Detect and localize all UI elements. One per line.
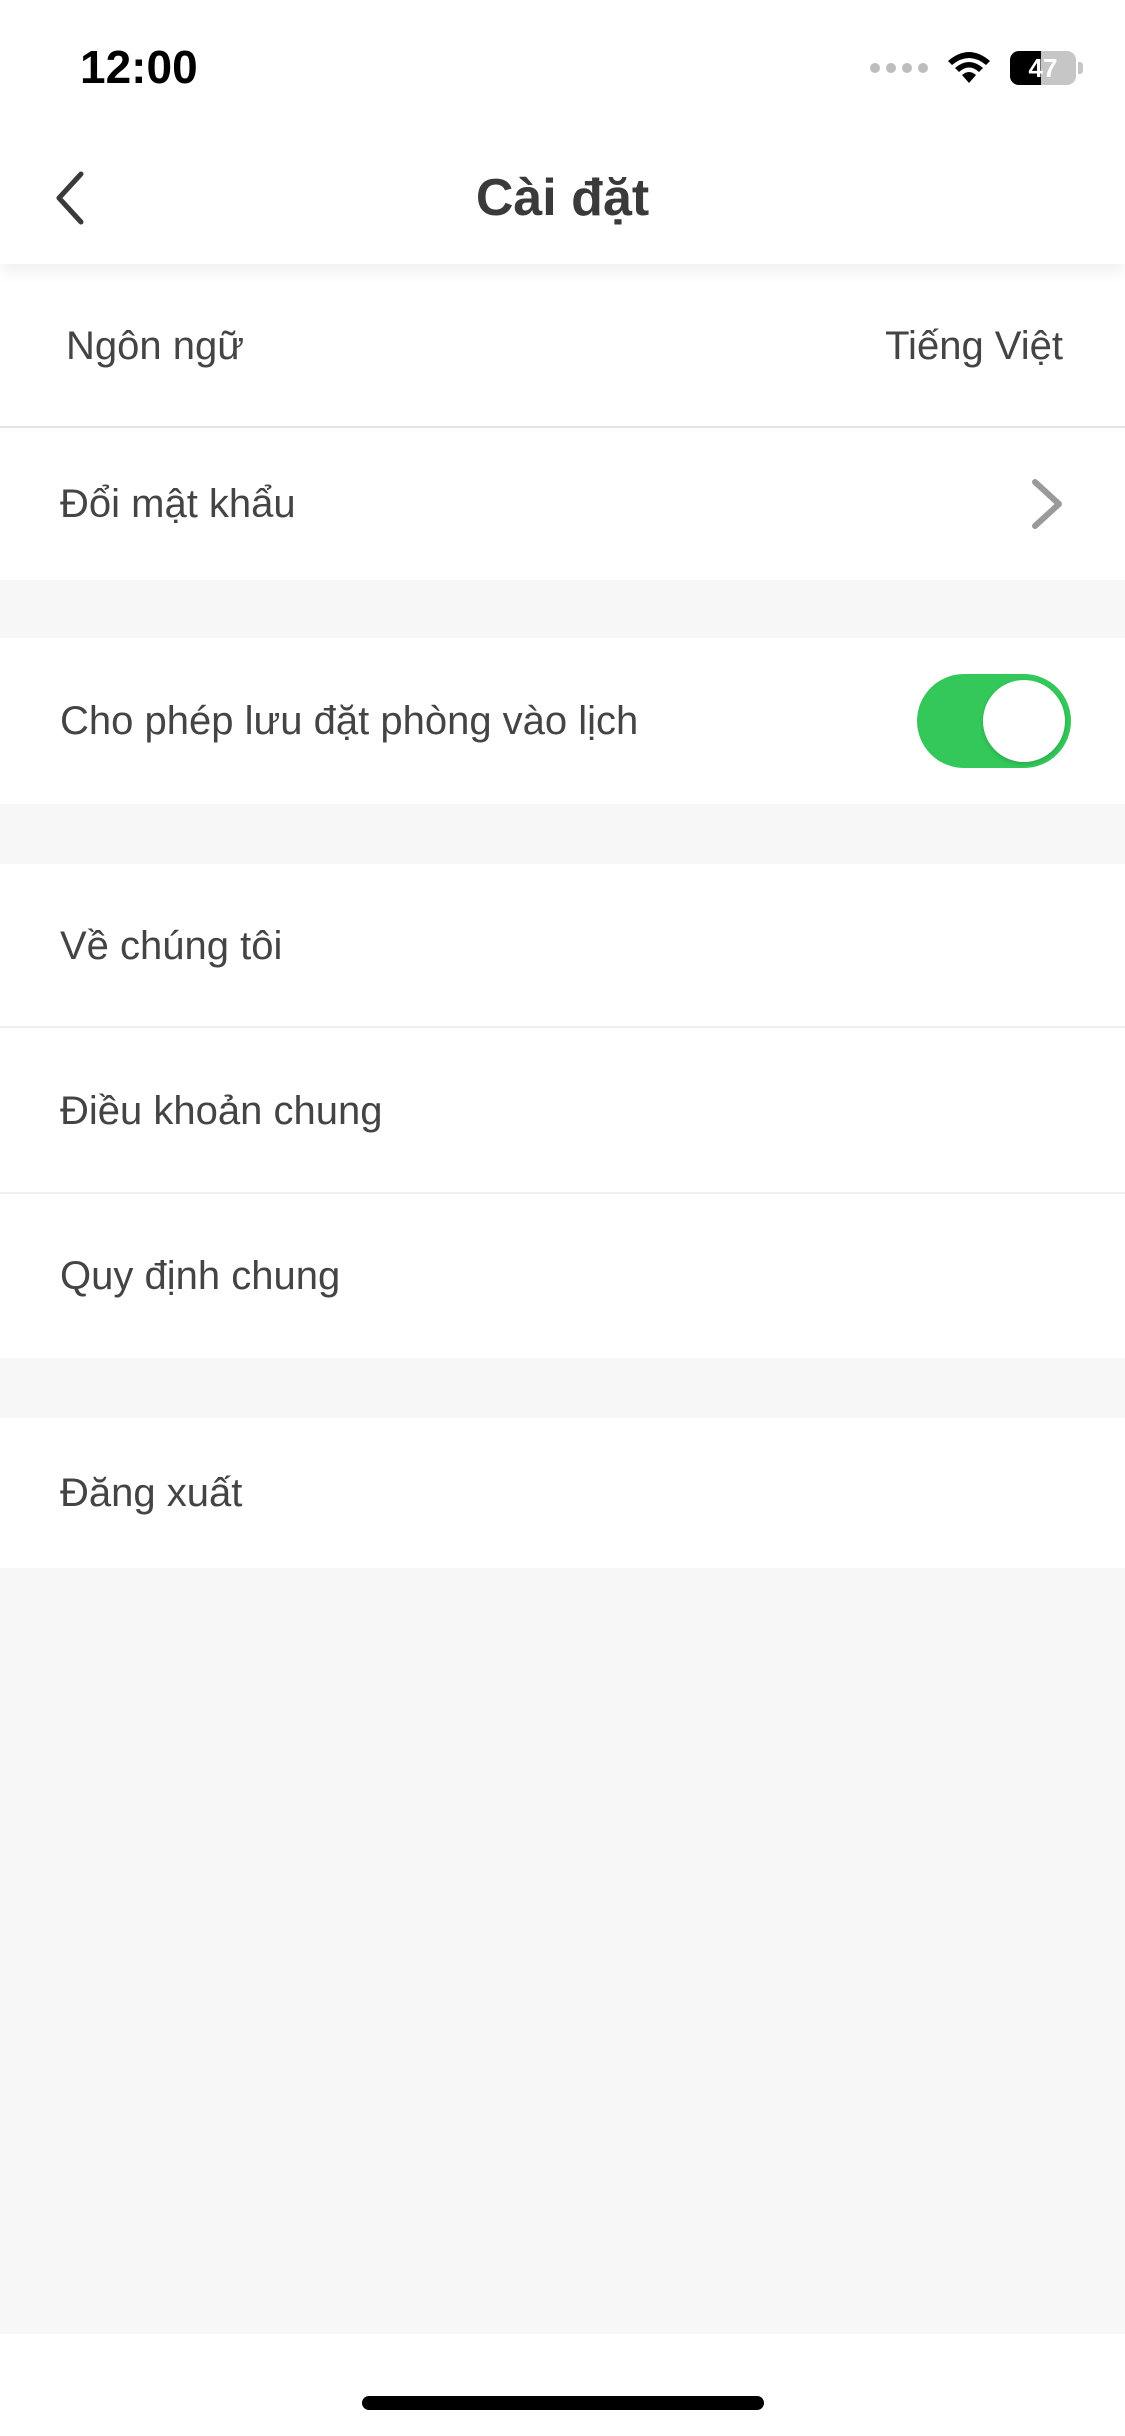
signal-dots-icon: [870, 63, 928, 73]
terms-row[interactable]: Điều khoản chung: [0, 1028, 1125, 1194]
chevron-right-icon: [1032, 479, 1062, 529]
regulations-row[interactable]: Quy định chung: [0, 1194, 1125, 1358]
about-us-label: Về chúng tôi: [60, 923, 283, 968]
home-indicator[interactable]: [362, 2396, 764, 2410]
language-value: Tiếng Việt: [885, 323, 1063, 368]
battery-icon: 47: [1010, 51, 1076, 85]
bottom-bar: [0, 2334, 1125, 2436]
language-row[interactable]: Ngôn ngữ Tiếng Việt: [0, 264, 1125, 428]
battery-level: 47: [1028, 53, 1058, 83]
calendar-toggle-row: Cho phép lưu đặt phòng vào lịch: [0, 638, 1125, 804]
chevron-left-icon: [56, 171, 84, 225]
back-button[interactable]: [30, 162, 110, 234]
nav-bar: Cài đặt: [0, 132, 1125, 264]
status-icons: 47: [870, 48, 1083, 88]
regulations-label: Quy định chung: [60, 1253, 341, 1298]
battery-cap: [1078, 62, 1083, 74]
change-password-label: Đổi mật khẩu: [60, 481, 296, 526]
status-bar: 12:00 47: [0, 0, 1125, 132]
about-us-row[interactable]: Về chúng tôi: [0, 864, 1125, 1028]
calendar-toggle-label: Cho phép lưu đặt phòng vào lịch: [60, 698, 639, 743]
logout-label: Đăng xuất: [60, 1470, 243, 1515]
wifi-icon: [948, 52, 990, 83]
language-label: Ngôn ngữ: [66, 323, 245, 368]
logout-row[interactable]: Đăng xuất: [0, 1418, 1125, 1568]
terms-label: Điều khoản chung: [60, 1088, 383, 1133]
change-password-row[interactable]: Đổi mật khẩu: [0, 428, 1125, 580]
toggle-knob: [983, 680, 1065, 762]
status-time: 12:00: [80, 41, 198, 93]
page-title: Cài đặt: [475, 169, 650, 227]
calendar-toggle-switch[interactable]: [917, 674, 1071, 768]
